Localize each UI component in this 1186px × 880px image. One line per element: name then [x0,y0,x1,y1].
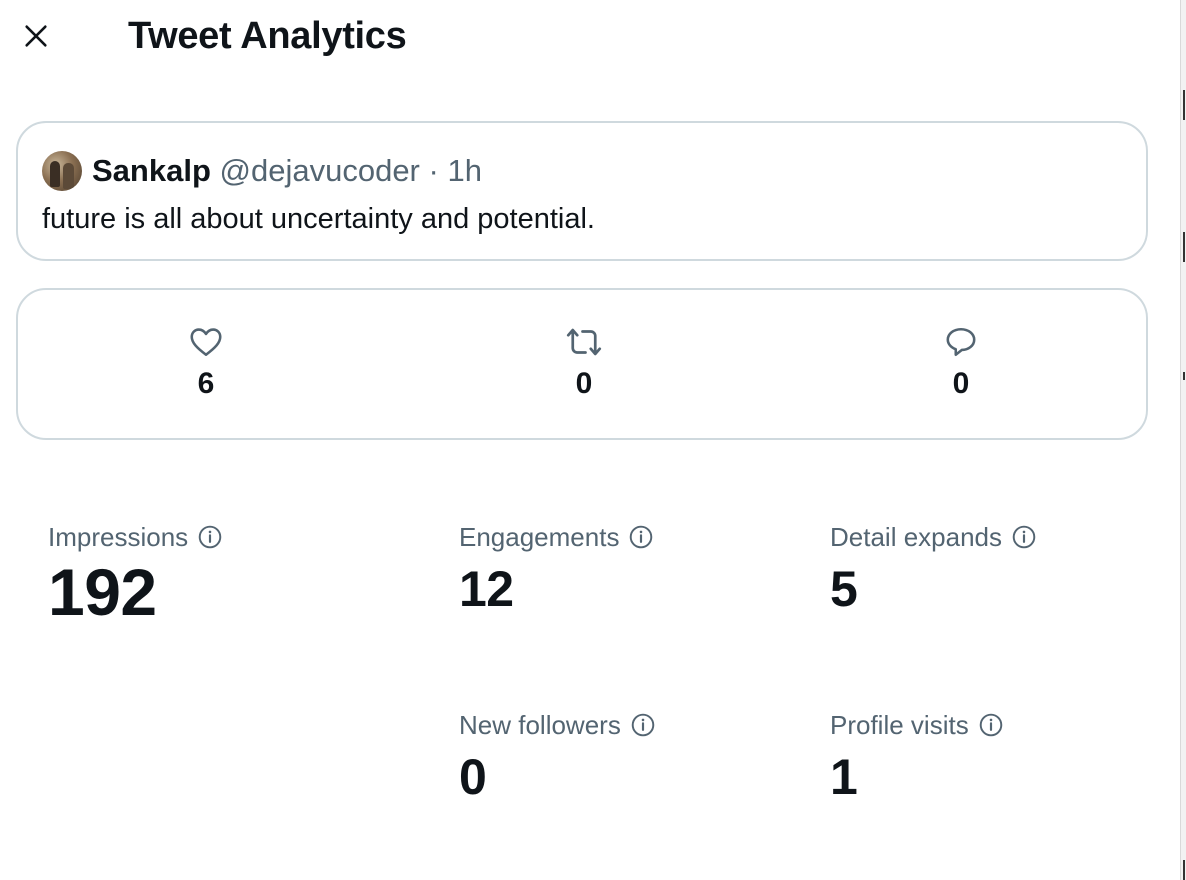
engagements-label: Engagements [459,522,620,552]
info-icon[interactable] [1011,524,1037,550]
info-icon[interactable] [978,712,1004,738]
tweet-analytics-page: Tweet Analytics Sankalp @dejavucoder · 1… [0,0,1186,880]
close-icon [25,25,47,47]
detail-expands-label: Detail expands [830,522,1002,552]
likes-count: 6 [197,367,215,400]
retweet-icon [566,328,602,356]
window-edge [1180,0,1186,880]
tweet-timestamp[interactable]: 1h [447,153,481,188]
engagement-counts-card: 6 0 0 [16,288,1148,440]
separator-dot: · [428,153,439,188]
profile-visits-label: Profile visits [830,710,969,740]
tweet-card[interactable]: Sankalp @dejavucoder · 1h future is all … [16,121,1148,261]
author-name[interactable]: Sankalp [92,153,211,188]
info-icon[interactable] [628,524,654,550]
author-handle[interactable]: @dejavucoder [220,153,420,188]
retweets-stat: 0 [524,324,644,402]
impressions-value: 192 [48,555,157,629]
metric-impressions: Impressions 192 [48,522,223,628]
reply-icon [946,327,976,357]
close-button[interactable] [16,16,56,56]
metric-profile-visits: Profile visits 1 [830,710,1004,806]
new-followers-label: New followers [459,710,621,740]
likes-stat: 6 [146,324,266,402]
tweet-header: Sankalp @dejavucoder · 1h [92,151,482,191]
detail-expands-value: 5 [830,561,858,617]
replies-count: 0 [952,367,970,400]
metric-new-followers: New followers 0 [459,710,656,806]
info-icon[interactable] [630,712,656,738]
metric-detail-expands: Detail expands 5 [830,522,1037,618]
avatar[interactable] [42,151,82,191]
new-followers-value: 0 [459,749,487,805]
heart-icon [190,328,222,357]
page-title: Tweet Analytics [128,15,407,57]
metric-engagements: Engagements 12 [459,522,654,618]
replies-stat: 0 [901,324,1021,402]
profile-visits-value: 1 [830,749,858,805]
retweets-count: 0 [575,367,593,400]
info-icon[interactable] [197,524,223,550]
impressions-label: Impressions [48,522,189,552]
engagements-value: 12 [459,561,514,617]
tweet-text: future is all about uncertainty and pote… [42,203,595,235]
